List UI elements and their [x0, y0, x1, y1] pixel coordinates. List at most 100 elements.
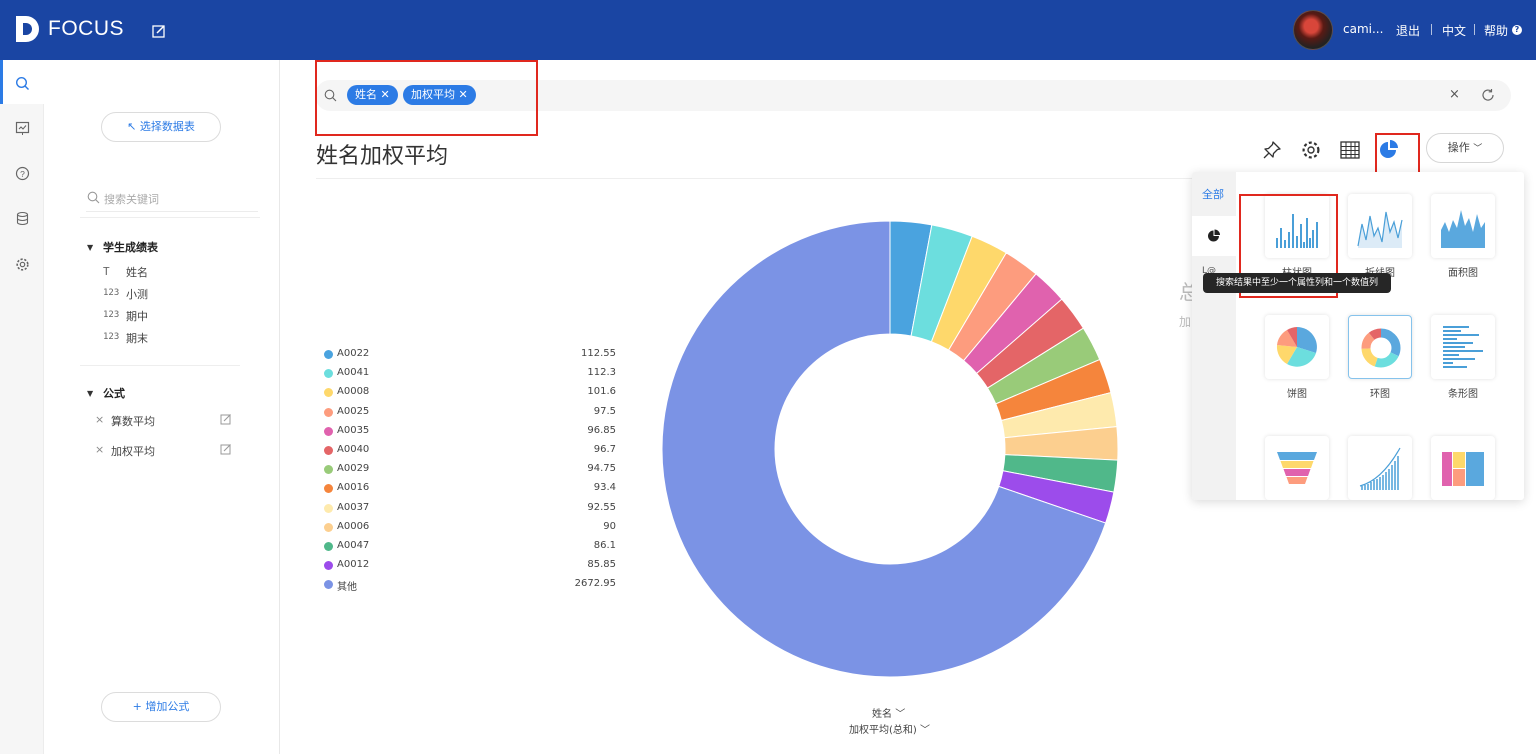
help-link[interactable]: 帮助: [1484, 22, 1508, 39]
language-switch[interactable]: 中文: [1442, 22, 1466, 39]
legend-label: A0012: [337, 559, 370, 571]
divider: [1474, 24, 1475, 35]
legend-item[interactable]: A0012 85.85: [324, 558, 616, 574]
legend-label: 其他: [337, 582, 357, 594]
category-pie-tab[interactable]: [1192, 216, 1236, 256]
chart-option-label: 饼图: [1287, 389, 1307, 400]
legend-value: 94.75: [587, 463, 616, 475]
line-chart-option[interactable]: [1348, 194, 1412, 258]
legend-label: A0035: [337, 424, 370, 436]
column-item[interactable]: 姓名: [126, 264, 148, 280]
expand-caret-icon[interactable]: ▼: [87, 389, 93, 398]
legend-item[interactable]: A0035 96.85: [324, 424, 616, 440]
legend-item[interactable]: A0040 96.7: [324, 443, 616, 459]
legend-value: 101.6: [587, 386, 616, 398]
area-chart-option[interactable]: [1431, 194, 1495, 258]
logo-text[interactable]: FOCUS: [48, 17, 124, 41]
legend-item[interactable]: A0037 92.55: [324, 501, 616, 517]
horizontal-bar-chart-option[interactable]: [1431, 315, 1495, 379]
settings-icon[interactable]: [1300, 139, 1322, 161]
category-all-tab[interactable]: 全部: [1202, 186, 1224, 202]
donut-chart[interactable]: [661, 220, 1119, 678]
data-sidebar: ↖ 选择数据表 搜索关键词 ▼ 学生成绩表 T 姓名 123 小测 123 期中…: [44, 60, 280, 754]
legend-item[interactable]: 其他 2672.95: [324, 577, 616, 593]
expand-caret-icon[interactable]: ▼: [87, 243, 93, 252]
database-icon[interactable]: [15, 211, 30, 226]
keyword-search-field[interactable]: 搜索关键词: [86, 188, 258, 212]
logout-link[interactable]: 退出: [1396, 22, 1420, 39]
edit-icon[interactable]: [220, 443, 232, 455]
operation-button[interactable]: 操作 ﹀: [1426, 133, 1504, 163]
legend-swatch: [324, 580, 333, 590]
legend-value: 2672.95: [574, 578, 616, 590]
dashboard-icon[interactable]: [15, 121, 30, 136]
legend-label: A0040: [337, 444, 370, 455]
pin-icon[interactable]: [1261, 139, 1283, 161]
legend-item[interactable]: A0016 93.4: [324, 481, 616, 497]
search-icon[interactable]: [15, 76, 30, 91]
legend-swatch: [324, 388, 333, 398]
legend-item[interactable]: A0006 90: [324, 520, 616, 536]
search-icon: [87, 191, 100, 204]
cumulative-chart-icon: [1359, 447, 1401, 490]
icon-rail: ?: [0, 60, 44, 754]
divider: [80, 365, 240, 366]
search-placeholder: 搜索关键词: [104, 193, 159, 206]
chevron-down-icon: ﹀: [920, 725, 930, 736]
divider: [80, 217, 260, 218]
select-table-button[interactable]: ↖ 选择数据表: [101, 112, 221, 142]
legend-item[interactable]: A0047 86.1: [324, 539, 616, 555]
settings-icon[interactable]: [15, 257, 30, 272]
pie-chart-option[interactable]: [1265, 315, 1329, 379]
legend-swatch: [324, 350, 333, 359]
divider: [316, 178, 1196, 179]
formula-item[interactable]: 加权平均: [111, 443, 155, 459]
column-item[interactable]: 期中: [126, 308, 148, 324]
legend-label: A0008: [337, 386, 370, 398]
focus-logo-icon[interactable]: [14, 14, 40, 44]
legend-item[interactable]: A0025 97.5: [324, 405, 616, 421]
help-icon[interactable]: ?: [1512, 25, 1522, 35]
add-formula-button[interactable]: + 增加公式: [101, 692, 221, 722]
user-avatar[interactable]: [1293, 10, 1333, 50]
chart-option-label: 环图: [1370, 389, 1390, 400]
text-type-icon: T: [103, 265, 110, 278]
formula-item[interactable]: 算数平均: [111, 413, 155, 429]
column-item[interactable]: 期末: [126, 330, 148, 346]
legend-item[interactable]: A0008 101.6: [324, 385, 616, 401]
legend-swatch: [324, 561, 333, 571]
table-icon[interactable]: [1339, 139, 1361, 161]
cumulative-chart-option[interactable]: [1348, 436, 1412, 500]
donut-chart-option[interactable]: [1348, 315, 1412, 379]
operation-label: 操作: [1447, 141, 1470, 154]
legend-swatch: [324, 465, 333, 475]
legend-value: 86.1: [593, 540, 616, 551]
remove-icon[interactable]: ×: [95, 413, 104, 426]
legend-swatch: [324, 426, 333, 436]
edit-icon[interactable]: [151, 23, 167, 39]
legend-label: A0037: [337, 501, 370, 513]
legend-item[interactable]: A0041 112.3: [324, 366, 616, 382]
chart-option-label: 面积图: [1448, 268, 1478, 279]
divider: [1431, 24, 1432, 35]
legend-swatch: [324, 446, 333, 455]
refresh-icon[interactable]: [1481, 88, 1495, 102]
legend-item[interactable]: A0029 94.75: [324, 462, 616, 478]
y-axis-selector[interactable]: 加权平均(总和) ﹀: [849, 721, 930, 736]
remove-icon[interactable]: ×: [95, 443, 104, 456]
page-title: 姓名加权平均: [316, 144, 449, 169]
legend-label: A0041: [337, 367, 370, 379]
legend-item[interactable]: A0022 112.55: [324, 347, 616, 363]
edit-icon[interactable]: [220, 413, 232, 425]
x-axis-selector[interactable]: 姓名 ﹀: [872, 705, 905, 720]
treemap-chart-option[interactable]: [1431, 436, 1495, 500]
table-name[interactable]: 学生成绩表: [103, 239, 158, 255]
username-label[interactable]: cami...: [1343, 22, 1383, 36]
background-summary-subtext: 加: [1179, 315, 1192, 329]
funnel-chart-option[interactable]: [1265, 436, 1329, 500]
column-item[interactable]: 小测: [126, 286, 148, 302]
question-icon[interactable]: ?: [15, 166, 30, 181]
legend-swatch: [324, 522, 333, 532]
formula-header[interactable]: 公式: [103, 385, 125, 401]
clear-icon[interactable]: ×: [1449, 87, 1460, 102]
